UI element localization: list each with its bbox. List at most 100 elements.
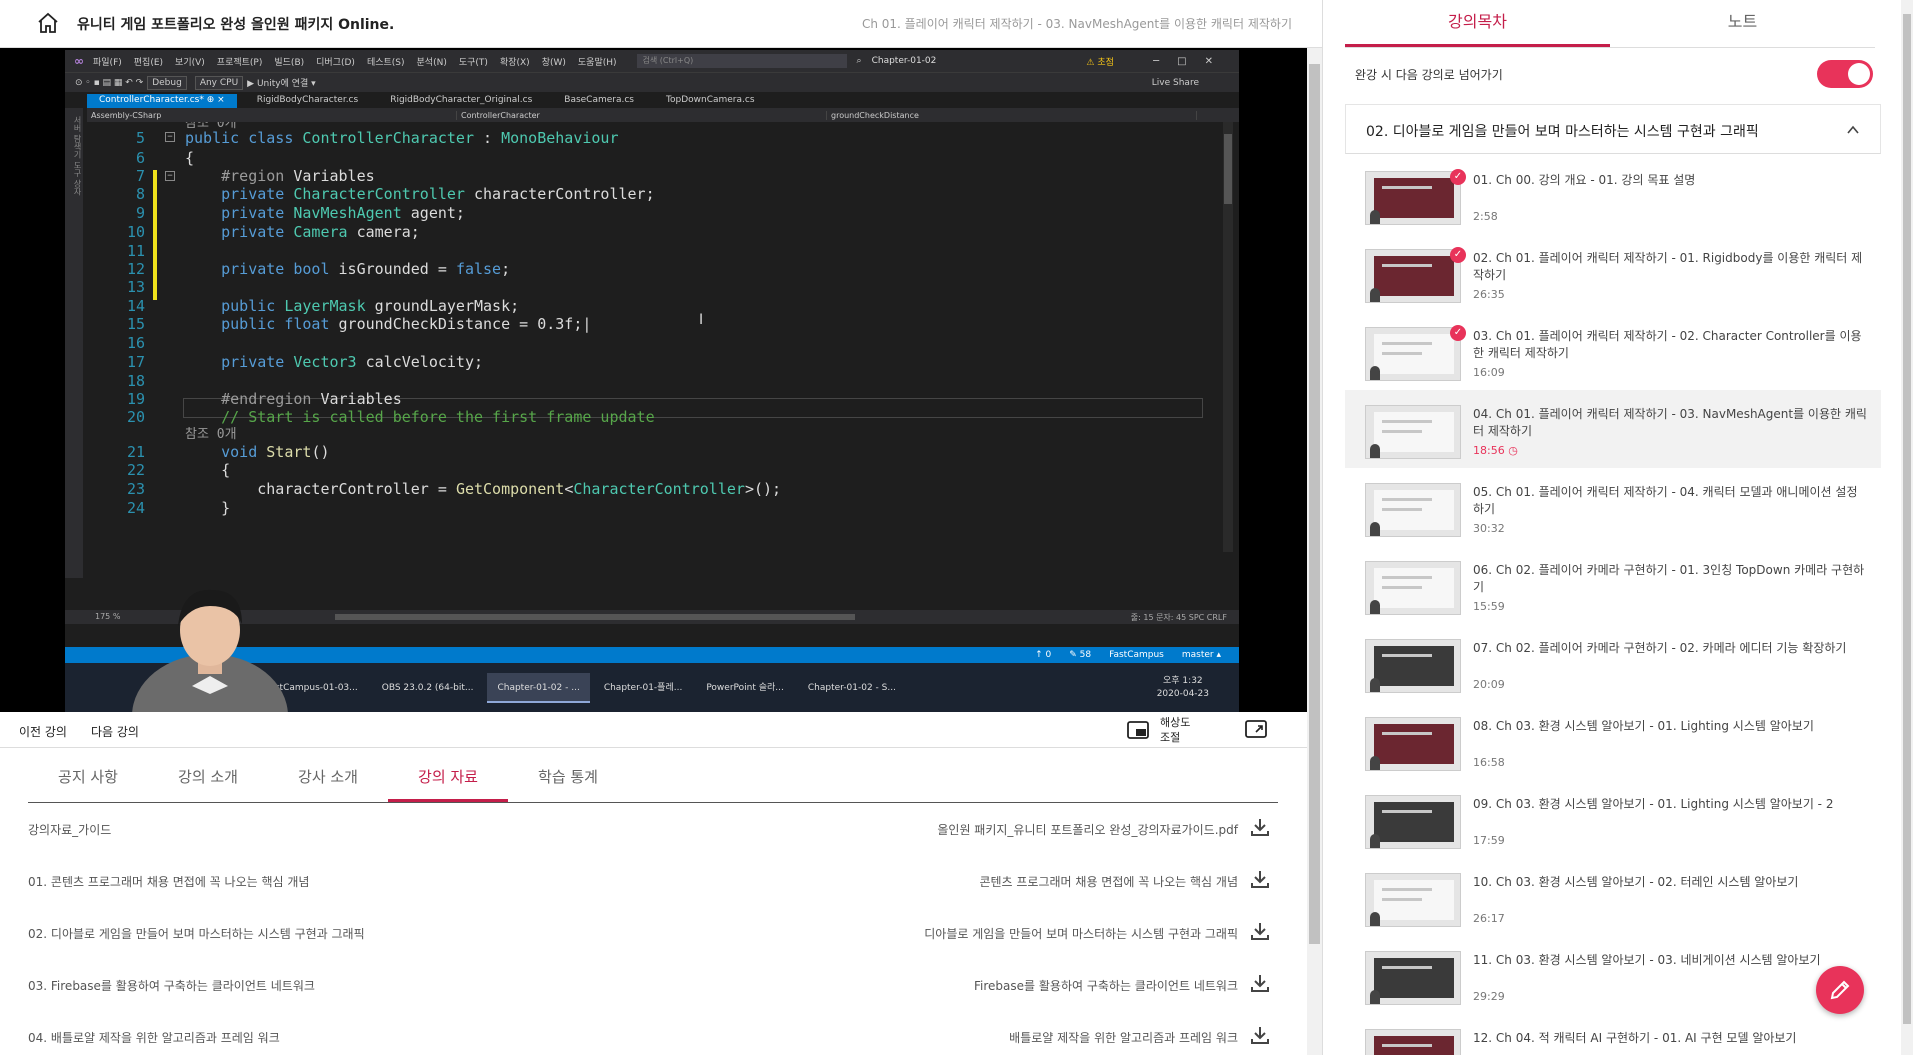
lesson-item[interactable]: 07. Ch 02. 플레이어 카메라 구현하기 - 02. 카메라 에디터 기… bbox=[1345, 624, 1881, 702]
download-icon[interactable] bbox=[1250, 973, 1270, 993]
ide-file-tab: RigidBodyCharacter.cs bbox=[256, 95, 359, 105]
lesson-duration: 26:17 bbox=[1473, 912, 1505, 925]
chevron-up-icon[interactable] bbox=[1846, 123, 1860, 137]
lesson-item[interactable]: ✓ 01. Ch 00. 강의 개요 - 01. 강의 목표 설명 2:58 bbox=[1345, 156, 1881, 234]
lesson-thumbnail bbox=[1365, 1029, 1461, 1055]
ide-menu: 파일(F) bbox=[93, 57, 122, 68]
search-icon: ⌕ bbox=[856, 56, 862, 66]
lesson-duration: 26:35 bbox=[1473, 288, 1505, 301]
code-line: 12 private bool isGrounded = false; bbox=[126, 260, 511, 278]
code-line: 16 bbox=[126, 334, 145, 352]
next-lecture-button[interactable]: 다음 강의 bbox=[91, 723, 139, 740]
write-note-button[interactable] bbox=[1816, 966, 1864, 1014]
code-editor: − − 참조 0개 5 public class ControllerCharac… bbox=[87, 122, 1215, 610]
material-file-link[interactable]: 콘텐츠 프로그래머 채용 면접에 꼭 나오는 핵심 개념 bbox=[979, 873, 1238, 890]
material-file-link[interactable]: Firebase를 활용하여 구축하는 클라이언트 네트워크 bbox=[974, 977, 1238, 994]
material-row: 02. 디아블로 게임을 만들어 보며 마스터하는 시스템 구현과 그래픽 디아… bbox=[28, 907, 1278, 959]
lesson-title: 08. Ch 03. 환경 시스템 알아보기 - 01. Lighting 시스… bbox=[1473, 719, 1814, 733]
ide-status-item: FastCampus bbox=[1109, 650, 1164, 660]
tab-course-materials[interactable]: 강의 자료 bbox=[388, 755, 508, 802]
lesson-item[interactable]: ✓ 03. Ch 01. 플레이어 캐릭터 제작하기 - 02. Charact… bbox=[1345, 312, 1881, 390]
ide-hscrollbar bbox=[335, 614, 855, 620]
autoplay-toggle[interactable] bbox=[1817, 60, 1873, 88]
ide-platform: Any CPU bbox=[194, 75, 244, 90]
lesson-duration: 16:58 bbox=[1473, 756, 1505, 769]
tab-instructor-intro[interactable]: 강사 소개 bbox=[268, 755, 388, 802]
tab-notes[interactable]: 노트 bbox=[1610, 0, 1875, 47]
code-line: 14 public LayerMask groundLayerMask; bbox=[126, 297, 520, 315]
lesson-title: 07. Ch 02. 플레이어 카메라 구현하기 - 02. 카메라 에디터 기… bbox=[1473, 641, 1847, 655]
lesson-item[interactable]: 11. Ch 03. 환경 시스템 알아보기 - 03. 네비게이션 시스템 알… bbox=[1345, 936, 1881, 1014]
tab-course-intro[interactable]: 강의 소개 bbox=[148, 755, 268, 802]
download-icon[interactable] bbox=[1250, 921, 1270, 941]
material-file-link[interactable]: 올인원 패키지_유니티 포트폴리오 완성_강의자료가이드.pdf bbox=[937, 821, 1238, 838]
ide-nav-member: groundCheckDistance bbox=[827, 110, 1197, 120]
ide-menu: 도구(T) bbox=[458, 57, 488, 68]
checkmark-icon: ✓ bbox=[1450, 169, 1466, 185]
lecture-title: Ch 01. 플레이어 캐릭터 제작하기 - 03. NavMeshAgent를… bbox=[861, 17, 1292, 31]
lesson-item[interactable]: ✓ 02. Ch 01. 플레이어 캐릭터 제작하기 - 01. Rigidbo… bbox=[1345, 234, 1881, 312]
taskbar-item: Chapter-01-플레... bbox=[603, 682, 683, 693]
ide-warning: ⚠ 초점 bbox=[1086, 57, 1114, 68]
lesson-thumbnail bbox=[1365, 795, 1461, 849]
material-name: 03. Firebase를 활용하여 구축하는 클라이언트 네트워크 bbox=[28, 979, 315, 993]
main-scrollbar-thumb[interactable] bbox=[1309, 64, 1320, 944]
material-name: 강의자료_가이드 bbox=[28, 823, 112, 837]
ide-menu: 편집(E) bbox=[133, 57, 164, 68]
ide-toolbar: ⊙ ◦ ▪ ▤ ▦ ↶ ↷ Debug Any CPU ▶ Unity에 연결 … bbox=[65, 72, 1239, 92]
ide-menu: 프로젝트(P) bbox=[216, 57, 263, 68]
download-icon[interactable] bbox=[1250, 817, 1270, 837]
picture-in-picture-icon[interactable] bbox=[1127, 721, 1149, 739]
taskbar-item: Chapter-01-02 - S... bbox=[807, 682, 896, 693]
material-name: 02. 디아블로 게임을 만들어 보며 마스터하는 시스템 구현과 그래픽 bbox=[28, 927, 365, 941]
section-header[interactable]: 02. 디아블로 게임을 만들어 보며 마스터하는 시스템 구현과 그래픽 bbox=[1345, 104, 1881, 154]
lesson-thumbnail bbox=[1365, 249, 1461, 303]
ide-menu: 확장(X) bbox=[499, 57, 530, 68]
ide-file-tabs: ControllerCharacter.cs* ⊕ × RigidBodyCha… bbox=[87, 94, 1239, 108]
lesson-item[interactable]: 06. Ch 02. 플레이어 카메라 구현하기 - 01. 3인칭 TopDo… bbox=[1345, 546, 1881, 624]
material-file-link[interactable]: 디아블로 게임을 만들어 보며 마스터하는 시스템 구현과 그래픽 bbox=[924, 925, 1238, 942]
material-name: 04. 배틀로얄 제작을 위한 알고리즘과 프레임 워크 bbox=[28, 1031, 280, 1045]
home-icon[interactable] bbox=[36, 11, 60, 35]
code-line: 22 { bbox=[126, 461, 231, 479]
resolution-button[interactable]: 해상도 조절 bbox=[1160, 715, 1200, 745]
code-line: 21 void Start() bbox=[126, 443, 330, 461]
ide-file-tab: RigidBodyCharacter_Original.cs bbox=[390, 95, 533, 105]
ide-status-item: master ▴ bbox=[1181, 650, 1221, 660]
checkmark-icon: ✓ bbox=[1450, 325, 1466, 341]
ide-menu: 도움말(H) bbox=[577, 57, 617, 68]
lesson-thumbnail bbox=[1365, 327, 1461, 381]
lesson-duration: 2:58 bbox=[1473, 210, 1498, 223]
pencil-icon bbox=[1830, 980, 1850, 1000]
lesson-item[interactable]: 05. Ch 01. 플레이어 캐릭터 제작하기 - 04. 캐릭터 모델과 애… bbox=[1345, 468, 1881, 546]
ide-menu: 테스트(S) bbox=[366, 57, 405, 68]
tab-learning-stats[interactable]: 학습 통계 bbox=[508, 755, 628, 802]
download-icon[interactable] bbox=[1250, 869, 1270, 889]
lesson-title: 05. Ch 01. 플레이어 캐릭터 제작하기 - 04. 캐릭터 모델과 애… bbox=[1473, 485, 1858, 516]
playing-clock-icon: ◷ bbox=[1508, 444, 1518, 457]
lesson-item-current[interactable]: 04. Ch 01. 플레이어 캐릭터 제작하기 - 03. NavMeshAg… bbox=[1345, 390, 1881, 468]
ide-menu: 디버그(D) bbox=[316, 57, 355, 68]
lesson-item[interactable]: 08. Ch 03. 환경 시스템 알아보기 - 01. Lighting 시스… bbox=[1345, 702, 1881, 780]
tab-notice[interactable]: 공지 사항 bbox=[28, 755, 148, 802]
code-line: 11 bbox=[126, 242, 145, 260]
lesson-item[interactable]: 10. Ch 03. 환경 시스템 알아보기 - 02. 터레인 시스템 알아보… bbox=[1345, 858, 1881, 936]
ide-menubar: ∞ 파일(F) 편집(E) 보기(V) 프로젝트(P) 빌드(B) 디버그(D)… bbox=[65, 50, 1239, 72]
lesson-item[interactable]: 09. Ch 03. 환경 시스템 알아보기 - 01. Lighting 시스… bbox=[1345, 780, 1881, 858]
ide-menu: 분석(N) bbox=[416, 57, 447, 68]
video-player[interactable]: ∞ 파일(F) 편집(E) 보기(V) 프로젝트(P) 빌드(B) 디버그(D)… bbox=[0, 48, 1307, 712]
taskbar-item: Chapter-01-02 - ... bbox=[487, 672, 590, 703]
tab-curriculum[interactable]: 강의목차 bbox=[1345, 0, 1610, 47]
download-icon[interactable] bbox=[1250, 1025, 1270, 1045]
lesson-thumbnail bbox=[1365, 171, 1461, 225]
lesson-item[interactable]: 12. Ch 04. 적 캐릭터 AI 구현하기 - 01. AI 구현 모델 … bbox=[1345, 1014, 1881, 1055]
material-row: 강의자료_가이드 올인원 패키지_유니티 포트폴리오 완성_강의자료가이드.pd… bbox=[28, 803, 1278, 855]
material-file-link[interactable]: 배틀로얄 제작을 위한 알고리즘과 프레임 워크 bbox=[1009, 1029, 1238, 1046]
lesson-title: 04. Ch 01. 플레이어 캐릭터 제작하기 - 03. NavMeshAg… bbox=[1473, 407, 1867, 438]
clock-time: 오후 1:32 bbox=[1163, 675, 1203, 686]
sidebar-scrollbar-thumb[interactable] bbox=[1903, 14, 1911, 1024]
lesson-title: 03. Ch 01. 플레이어 캐릭터 제작하기 - 02. Character… bbox=[1473, 329, 1862, 360]
code-line: 19 #endregion Variables bbox=[126, 390, 402, 408]
prev-lecture-button[interactable]: 이전 강의 bbox=[19, 723, 67, 740]
fullscreen-icon[interactable] bbox=[1245, 720, 1267, 740]
